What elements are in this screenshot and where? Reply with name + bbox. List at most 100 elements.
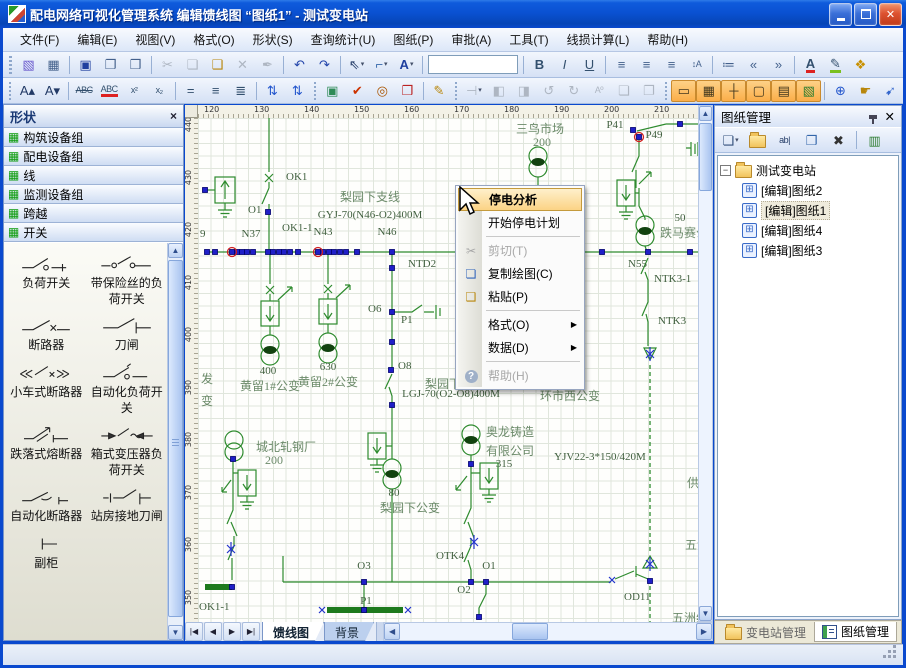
vertical-text-button[interactable]: ↕A xyxy=(684,54,709,76)
redo-button[interactable]: ↷ xyxy=(312,54,337,76)
menu-item[interactable]: 帮助(H) xyxy=(638,28,697,51)
canvas-scroll-left-icon[interactable]: ◀ xyxy=(384,623,400,640)
canvas-vscroll-track[interactable] xyxy=(699,121,712,606)
panel-tab-图纸管理[interactable]: 图纸管理 xyxy=(814,622,897,642)
drawing-canvas[interactable]: 120130140150160170180190200210 440430420… xyxy=(185,105,698,622)
pointer-tool-button[interactable]: ⇖▾ xyxy=(344,54,369,76)
ruler-toggle-button[interactable]: ▭ xyxy=(671,80,696,102)
shapes-scroll-track[interactable] xyxy=(168,258,183,625)
export-sheet-button[interactable]: ▥ xyxy=(862,129,887,151)
shape-item[interactable]: 副柜 xyxy=(6,527,87,573)
guides-toggle-button[interactable]: ┼ xyxy=(721,80,746,102)
drawing-explorer-toggle-button[interactable]: ▧ xyxy=(796,80,821,102)
tab-splitter[interactable] xyxy=(376,622,383,641)
menu-item[interactable]: 查询统计(U) xyxy=(302,28,385,51)
bold-button[interactable]: B xyxy=(527,54,552,76)
context-menu-item[interactable]: 格式(O)▶ xyxy=(458,313,582,336)
strikethrough-button[interactable]: ABC xyxy=(72,80,97,102)
context-menu-item[interactable]: ❏复制绘图(C) xyxy=(458,262,582,285)
resize-grip[interactable] xyxy=(893,655,896,658)
next-sheet-button[interactable]: ▶ xyxy=(223,622,241,641)
new-sheet-button[interactable]: ❏▾ xyxy=(718,129,743,151)
fill-color-button[interactable]: ❖ xyxy=(848,54,873,76)
pan-zoom-button[interactable]: ⊕ xyxy=(828,80,853,102)
font-color-button[interactable]: A xyxy=(798,54,823,76)
panel-close-icon[interactable]: ✕ xyxy=(885,109,895,124)
menu-item[interactable]: 线损计算(L) xyxy=(558,28,639,51)
connector-arrows-button[interactable]: ➹ xyxy=(878,80,903,102)
tree-item-sheet[interactable]: ⊞[编辑]图纸4 xyxy=(742,220,896,240)
rename-sheet-button[interactable]: ab| xyxy=(772,129,797,151)
line-spacing-double-button[interactable]: ≣ xyxy=(228,80,253,102)
connector-tool-button[interactable]: ⌐▾ xyxy=(369,54,394,76)
canvas-vscrollbar[interactable]: ▲ ▼ xyxy=(698,105,713,622)
menu-item[interactable]: 文件(F) xyxy=(11,28,68,51)
shape-item[interactable]: 断路器 xyxy=(6,309,87,355)
diagram-list-button[interactable]: ▦ xyxy=(41,54,66,76)
shape-item[interactable]: 箱式变压器负荷开关 xyxy=(87,418,168,480)
align-center-button[interactable]: ≡ xyxy=(634,54,659,76)
bullets-button[interactable]: ≔ xyxy=(716,54,741,76)
shape-group-构筑设备组[interactable]: ▦构筑设备组 xyxy=(4,128,183,147)
scroll-up-icon[interactable]: ▲ xyxy=(168,243,183,258)
menu-item[interactable]: 审批(A) xyxy=(442,28,500,51)
maximize-button[interactable] xyxy=(854,3,877,26)
shape-item[interactable]: 负荷开关 xyxy=(6,247,87,309)
spelling-button[interactable]: ABC xyxy=(97,80,122,102)
sheet-tab-馈线图[interactable]: 馈线图 xyxy=(262,622,324,641)
shrink-font-button[interactable]: A▾ xyxy=(40,80,65,102)
shapes-scrollbar[interactable]: ▲ ▼ xyxy=(167,243,183,640)
open-sheet-button[interactable] xyxy=(745,129,770,151)
shapes-scroll-thumb[interactable] xyxy=(168,260,183,617)
find-sheet-button[interactable]: ◎ xyxy=(370,80,395,102)
canvas-hscroll-thumb[interactable] xyxy=(512,623,548,640)
save-button[interactable]: ▣ xyxy=(73,54,98,76)
stamp-button[interactable]: ❒ xyxy=(395,80,420,102)
shape-group-监测设备组[interactable]: ▦监测设备组 xyxy=(4,185,183,204)
tree-item-sheet-selected[interactable]: ⊞[编辑]图纸1 xyxy=(742,200,896,220)
space-after-paragraph-button[interactable]: ⇅ xyxy=(285,80,310,102)
print-button[interactable]: ❒ xyxy=(123,54,148,76)
text-tool-button[interactable]: A▾ xyxy=(394,54,419,76)
menu-item[interactable]: 图纸(P) xyxy=(384,28,442,51)
delete-sheet-button[interactable]: ✖ xyxy=(826,129,851,151)
diagram-area[interactable]: 三鸟市场200P41P49OK1梨园下支线GYJ-70(N46-O2)400MO… xyxy=(198,118,698,622)
space-before-paragraph-button[interactable]: ⇅ xyxy=(260,80,285,102)
selection-net-toggle-button[interactable]: ▢ xyxy=(746,80,771,102)
italic-button[interactable]: I xyxy=(552,54,577,76)
print-preview-button[interactable]: ❐ xyxy=(98,54,123,76)
context-menu-item[interactable]: 数据(D)▶ xyxy=(458,336,582,359)
shape-item[interactable]: 刀闸 xyxy=(87,309,168,355)
line-spacing-single-button[interactable]: = xyxy=(178,80,203,102)
canvas-scroll-right-icon[interactable]: ▶ xyxy=(696,623,712,640)
context-menu-item[interactable]: 停电分析 xyxy=(458,188,582,211)
menu-item[interactable]: 编辑(E) xyxy=(68,28,126,51)
paste-button[interactable]: ❑ xyxy=(205,54,230,76)
menu-item[interactable]: 格式(O) xyxy=(184,28,243,51)
pin-icon[interactable] xyxy=(869,115,877,119)
shape-item[interactable]: 小车式断路器 xyxy=(6,356,87,418)
canvas-scroll-down-icon[interactable]: ▼ xyxy=(699,606,712,621)
prev-sheet-button[interactable]: ◀ xyxy=(204,622,222,641)
indent-button[interactable]: » xyxy=(766,54,791,76)
shapes-panel-close-icon[interactable]: × xyxy=(170,109,177,123)
context-menu-item[interactable]: 开始停电计划 xyxy=(458,211,582,234)
underline-button[interactable]: U xyxy=(577,54,602,76)
context-menu-item[interactable]: ❑粘贴(P) xyxy=(458,285,582,308)
align-right-button[interactable]: ≡ xyxy=(659,54,684,76)
new-drawing-button[interactable]: ▧ xyxy=(16,54,41,76)
properties-button[interactable]: ☛ xyxy=(853,80,878,102)
media-manager-button[interactable]: ▣ xyxy=(320,80,345,102)
grow-font-button[interactable]: A▴ xyxy=(15,80,40,102)
undo-button[interactable]: ↶ xyxy=(287,54,312,76)
shape-item[interactable]: 带保险丝的负荷开关 xyxy=(87,247,168,309)
shape-item[interactable]: 站房接地刀闸 xyxy=(87,480,168,526)
tree-root-substation[interactable]: −测试变电站 xyxy=(720,160,896,180)
scroll-down-icon[interactable]: ▼ xyxy=(168,625,183,640)
canvas-scroll-up-icon[interactable]: ▲ xyxy=(699,106,712,121)
shape-group-跨越[interactable]: ▦跨越 xyxy=(4,204,183,223)
superscript-button[interactable]: x² xyxy=(122,80,147,102)
font-name-combo[interactable] xyxy=(428,55,518,74)
shape-group-开关[interactable]: ▦开关 xyxy=(4,223,183,242)
title-bar[interactable]: 配电网络可视化管理系统 编辑馈线图 “图纸1” - 测试变电站 ✕ xyxy=(0,0,906,28)
